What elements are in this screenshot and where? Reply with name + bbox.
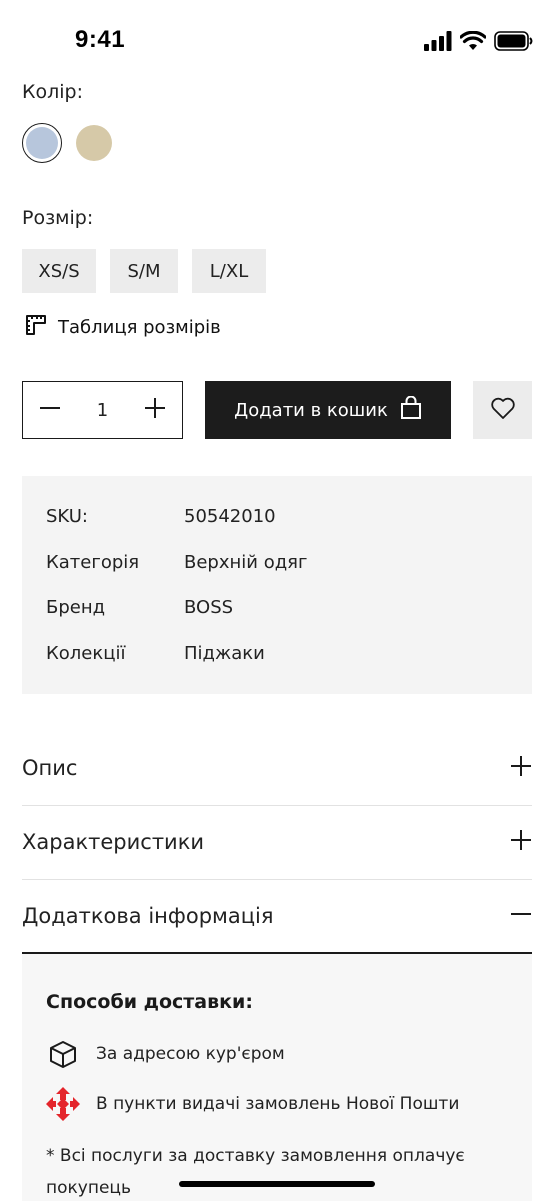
increase-button[interactable] — [142, 397, 168, 423]
battery-icon — [494, 31, 534, 55]
status-bar: 9:41 — [0, 0, 554, 82]
shopping-bag-icon — [400, 395, 422, 425]
delivery-method-label: За адресою кур'єром — [96, 1044, 285, 1064]
accordion-title: Додаткова інформація — [22, 904, 274, 928]
delivery-method-courier: За адресою кур'єром — [44, 1035, 285, 1073]
meta-key-brand: Бренд — [46, 597, 106, 618]
color-swatch-beige[interactable] — [76, 125, 112, 161]
meta-value-collections[interactable]: Піджаки — [184, 643, 265, 664]
size-chart-label: Таблиця розмірів — [58, 317, 221, 338]
size-label: Розмір: — [22, 207, 94, 229]
delivery-note: * Всі послуги за доставку замовлення опл… — [46, 1146, 465, 1198]
decrease-button[interactable] — [37, 397, 63, 423]
delivery-methods-title: Способи доставки: — [46, 991, 253, 1013]
accordion-additional-info[interactable]: Додаткова інформація — [22, 879, 532, 953]
accordion-title: Характеристики — [22, 830, 205, 854]
accordion-description[interactable]: Опис — [22, 731, 532, 805]
accordion-title: Опис — [22, 756, 78, 780]
size-chart-link[interactable]: Таблиця розмірів — [24, 313, 221, 342]
plus-icon — [510, 829, 532, 855]
color-label: Колір: — [22, 81, 83, 103]
meta-value-sku: 50542010 — [184, 506, 276, 527]
size-option-xs-s[interactable]: XS/S — [22, 249, 96, 293]
delivery-method-label: В пункти видачі замовлень Нової Пошти — [96, 1094, 460, 1114]
box-icon — [44, 1035, 82, 1073]
home-indicator — [179, 1181, 375, 1187]
size-option-s-m[interactable]: S/M — [110, 249, 178, 293]
signal-icon — [424, 31, 452, 55]
product-meta-panel: SKU: 50542010 Категорія Верхній одяг Бре… — [22, 476, 532, 694]
add-to-cart-label: Додати в кошик — [234, 399, 388, 421]
plus-icon — [144, 397, 166, 423]
quantity-value[interactable]: 1 — [97, 400, 108, 421]
meta-key-category: Категорія — [46, 552, 140, 573]
meta-key-sku: SKU: — [46, 506, 88, 527]
meta-key-collections: Колекції — [46, 643, 126, 664]
wishlist-button[interactable] — [473, 381, 532, 439]
color-swatch-light-blue[interactable] — [22, 123, 62, 163]
swatch-fill — [26, 127, 58, 159]
size-option-l-xl[interactable]: L/XL — [192, 249, 266, 293]
status-time: 9:41 — [75, 26, 126, 53]
accordion-characteristics[interactable]: Характеристики — [22, 805, 532, 879]
minus-icon — [39, 397, 61, 423]
heart-icon — [490, 396, 516, 424]
ruler-icon — [24, 313, 48, 342]
status-icons — [424, 30, 534, 55]
meta-value-category[interactable]: Верхній одяг — [184, 552, 307, 573]
add-to-cart-button[interactable]: Додати в кошик — [205, 381, 451, 439]
meta-value-brand[interactable]: BOSS — [184, 597, 233, 618]
nova-poshta-logo-icon — [44, 1085, 82, 1123]
delivery-method-nova-poshta: В пункти видачі замовлень Нової Пошти — [44, 1085, 459, 1123]
additional-info-panel: Способи доставки: За адресою кур'єром В … — [22, 954, 532, 1201]
plus-icon — [510, 755, 532, 781]
wifi-icon — [459, 30, 487, 55]
minus-icon — [510, 903, 532, 929]
quantity-stepper: 1 — [22, 381, 183, 439]
